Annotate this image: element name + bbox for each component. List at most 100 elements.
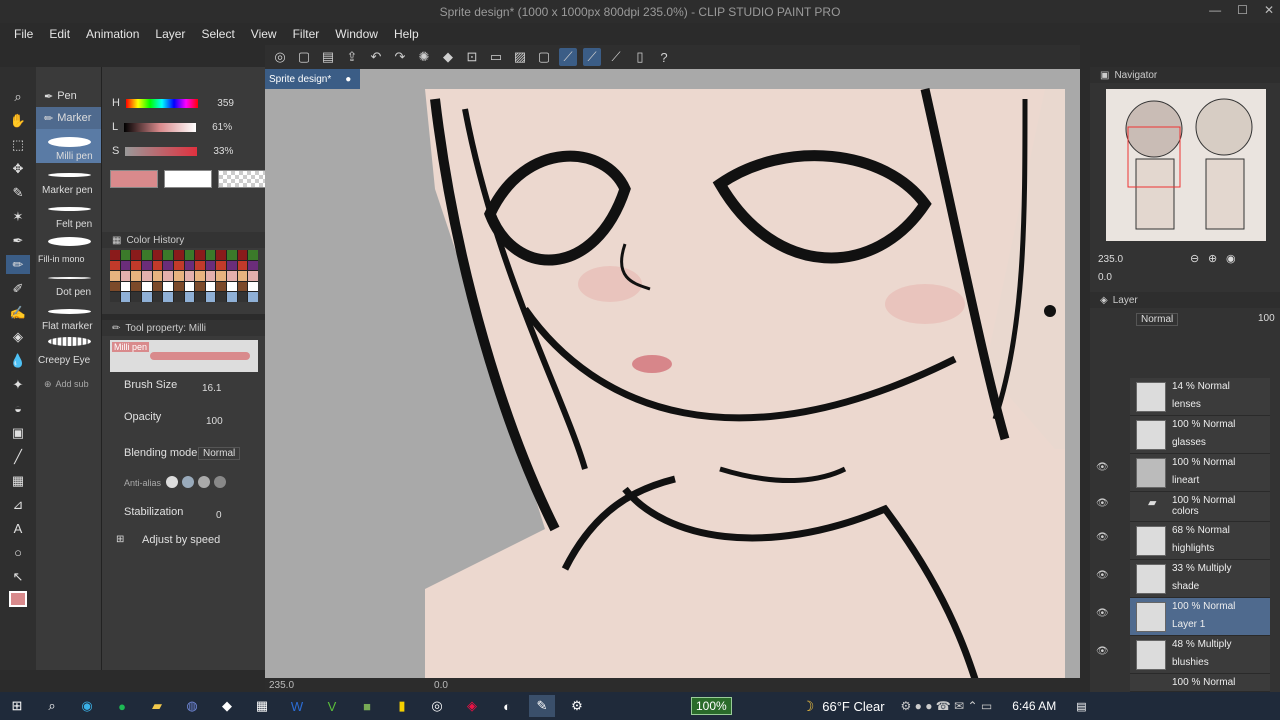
layer-layer-1[interactable]: 100 % Normal Layer 1 [1130, 598, 1270, 636]
visibility-eye-icon[interactable]: 👁 [1096, 646, 1109, 657]
history-swatch[interactable] [195, 281, 205, 292]
word-icon[interactable]: W [284, 695, 310, 717]
zoom-in-icon[interactable]: ⊕ [1208, 252, 1217, 265]
gradient-icon[interactable]: ▣ [6, 423, 30, 442]
weather-text[interactable]: 66°F Clear [822, 699, 884, 714]
expand-icon[interactable]: ⊞ [116, 534, 124, 545]
layer-shade[interactable]: 33 % Multiply shade [1130, 560, 1270, 598]
frame-icon[interactable]: ▦ [6, 471, 30, 490]
history-swatch[interactable] [163, 292, 173, 302]
history-swatch[interactable] [195, 260, 205, 271]
history-swatch[interactable] [205, 292, 216, 302]
auto-select-icon[interactable]: ✶ [6, 207, 30, 226]
fill-bucket-icon[interactable]: ◒ [6, 399, 30, 418]
history-swatch[interactable] [216, 281, 227, 292]
history-swatch[interactable] [152, 271, 163, 281]
snap-ruler-icon[interactable]: ⟋ [559, 48, 577, 66]
help-icon[interactable]: ? [655, 48, 673, 66]
history-swatch[interactable] [173, 250, 184, 260]
history-swatch[interactable] [248, 260, 258, 271]
history-swatch[interactable] [173, 292, 184, 302]
text-icon[interactable]: A [6, 519, 30, 538]
history-swatch[interactable] [110, 292, 120, 302]
zoom-icon[interactable]: ⌕ [6, 87, 30, 106]
zoom-value[interactable]: 235.0 [269, 680, 294, 691]
history-swatch[interactable] [205, 260, 216, 271]
history-swatch[interactable] [195, 292, 205, 302]
spotify-icon[interactable]: ● [109, 695, 135, 717]
save-icon[interactable]: ⇪ [343, 48, 361, 66]
paint-icon[interactable]: ◈ [459, 695, 485, 717]
history-swatch[interactable] [248, 281, 258, 292]
history-swatch[interactable] [163, 260, 173, 271]
history-swatch[interactable] [152, 250, 163, 260]
history-swatch[interactable] [131, 260, 141, 271]
history-swatch[interactable] [216, 292, 227, 302]
deselect-icon[interactable]: ▢ [535, 48, 553, 66]
close-icon[interactable]: ✕ [1264, 3, 1274, 17]
history-swatch[interactable] [216, 250, 227, 260]
menu-view[interactable]: View [243, 27, 285, 41]
history-swatch[interactable] [248, 271, 258, 281]
history-swatch[interactable] [227, 281, 237, 292]
fit-icon[interactable]: ◉ [1226, 252, 1236, 265]
history-swatch[interactable] [163, 271, 173, 281]
layer-blend-select[interactable]: Normal [1136, 313, 1179, 326]
correct-line-icon[interactable]: ↖ [6, 567, 30, 586]
new-file-icon[interactable]: ▢ [295, 48, 313, 66]
history-swatch[interactable] [120, 250, 131, 260]
saturation-slider[interactable] [125, 146, 198, 156]
explorer-icon[interactable]: ▰ [144, 695, 170, 717]
menu-edit[interactable]: Edit [41, 27, 78, 41]
blend-icon[interactable]: 💧 [6, 351, 30, 370]
history-swatch[interactable] [184, 250, 195, 260]
discord-icon[interactable]: ◍ [179, 695, 205, 717]
add-subtool-button[interactable]: ⊕ Add sub [36, 373, 101, 395]
windows-start-icon[interactable]: ⊞ [4, 695, 30, 717]
menu-animation[interactable]: Animation [78, 27, 147, 41]
minimize-icon[interactable]: — [1209, 3, 1221, 17]
history-swatch[interactable] [237, 292, 248, 302]
navigator-angle[interactable]: 0.0 [1098, 272, 1112, 283]
visibility-eye-icon[interactable]: 👁 [1096, 570, 1109, 581]
history-swatch[interactable] [227, 292, 237, 302]
star-icon[interactable]: ✦ [6, 375, 30, 394]
history-swatch[interactable] [141, 271, 152, 281]
balloon-icon[interactable]: ○ [6, 543, 30, 562]
hue-slider[interactable] [125, 98, 198, 108]
app-icon[interactable]: ◆ [214, 695, 240, 717]
subtool-group-marker[interactable]: ✏ Marker [36, 107, 101, 129]
companion-icon[interactable]: ▯ [631, 48, 649, 66]
clip-studio-icon[interactable]: ◎ [271, 48, 289, 66]
snap-special-icon[interactable]: ⟋ [583, 48, 601, 66]
history-swatch[interactable] [141, 250, 152, 260]
menu-window[interactable]: Window [327, 27, 386, 41]
history-swatch[interactable] [227, 260, 237, 271]
drawing-canvas[interactable] [265, 69, 1080, 679]
steam-icon[interactable]: ◎ [424, 695, 450, 717]
eyedropper-icon[interactable]: ✎ [6, 183, 30, 202]
brush-felt-pen[interactable]: Felt pen [36, 197, 101, 231]
subtool-group-pen[interactable]: ✒ Pen [36, 85, 101, 107]
history-swatch[interactable] [152, 281, 163, 292]
history-swatch[interactable] [184, 292, 195, 302]
calculator-icon[interactable]: ▦ [249, 695, 275, 717]
canvas-area[interactable] [265, 69, 1080, 679]
lightness-slider[interactable] [124, 122, 197, 132]
pen-icon[interactable]: ✒ [6, 231, 30, 250]
history-swatch[interactable] [152, 260, 163, 271]
canvas-tab[interactable]: Sprite design* ● [265, 69, 360, 89]
clock[interactable]: 6:46 AM [1012, 699, 1056, 713]
brush-flat-marker[interactable]: Flat marker [36, 299, 101, 333]
history-swatch[interactable] [120, 271, 131, 281]
history-swatch[interactable] [173, 271, 184, 281]
snap-grid-icon[interactable]: ⟋ [607, 48, 625, 66]
search-icon[interactable]: ⌕ [39, 695, 65, 717]
antialias-options[interactable] [166, 476, 226, 488]
opacity-value[interactable]: 100 [206, 416, 223, 427]
history-swatch[interactable] [227, 271, 237, 281]
operation-icon[interactable]: ⬚ [6, 135, 30, 154]
loading-icon[interactable]: ✺ [415, 48, 433, 66]
sub-color-chip[interactable] [164, 170, 212, 188]
main-color-chip[interactable] [110, 170, 158, 188]
